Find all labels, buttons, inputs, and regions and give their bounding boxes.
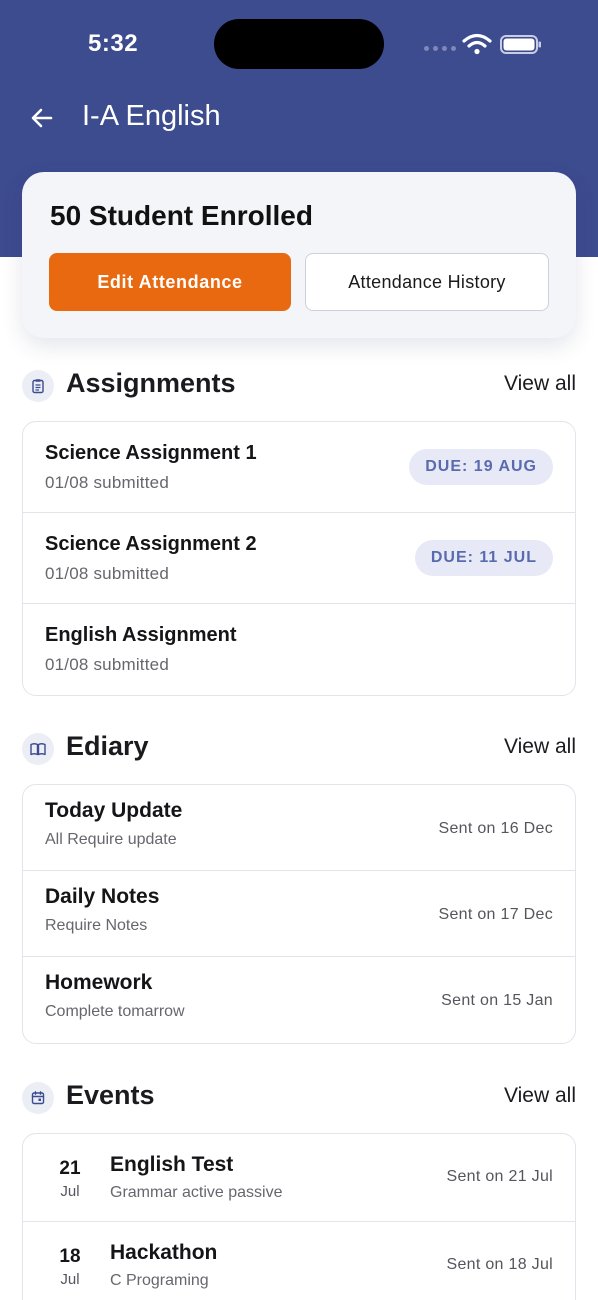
event-item[interactable]: 18 Jul Hackathon C Programing Sent on 18… (23, 1222, 575, 1300)
ediary-item-subtitle: Complete tomarrow (45, 1003, 185, 1020)
ediary-title: Ediary (66, 731, 149, 761)
ediary-item-subtitle: All Require update (45, 831, 177, 848)
assignment-item[interactable]: Science Assignment 1 01/08 submitted DUE… (23, 422, 575, 513)
assignment-title: English Assignment (45, 624, 237, 646)
page-title: I-A English (82, 100, 221, 132)
event-subtitle: C Programing (110, 1272, 209, 1289)
status-bar: 5:32 (0, 0, 598, 90)
events-view-all-link[interactable]: View all (504, 1084, 576, 1108)
event-month: Jul (60, 1271, 80, 1288)
events-header: Events View all (22, 1078, 576, 1118)
back-arrow-icon[interactable] (28, 103, 60, 133)
edit-attendance-button[interactable]: Edit Attendance (49, 253, 291, 311)
wifi-icon (462, 33, 492, 55)
assignment-item[interactable]: English Assignment 01/08 submitted (23, 604, 575, 695)
sent-date: Sent on 17 Dec (438, 906, 553, 923)
ediary-view-all-link[interactable]: View all (504, 735, 576, 759)
event-title: English Test (110, 1153, 234, 1176)
ediary-item[interactable]: Today Update All Require update Sent on … (23, 785, 575, 871)
attendance-history-button[interactable]: Attendance History (305, 253, 549, 311)
due-badge: DUE: 19 AUG (409, 449, 553, 485)
assignment-submitted: 01/08 submitted (45, 473, 169, 492)
ediary-item[interactable]: Homework Complete tomarrow Sent on 15 Ja… (23, 957, 575, 1043)
assignment-submitted: 01/08 submitted (45, 655, 169, 674)
event-item[interactable]: 21 Jul English Test Grammar active passi… (23, 1134, 575, 1222)
ediary-item-title: Today Update (45, 799, 183, 822)
assignments-view-all-link[interactable]: View all (504, 372, 576, 396)
ediary-header: Ediary View all (22, 729, 576, 769)
ediary-item-title: Homework (45, 971, 153, 994)
status-time: 5:32 (88, 30, 139, 57)
dynamic-island (214, 19, 384, 69)
assignments-title: Assignments (66, 368, 236, 398)
events-list: 21 Jul English Test Grammar active passi… (22, 1133, 576, 1300)
event-day: 18 (59, 1246, 81, 1267)
battery-icon (500, 35, 541, 54)
event-subtitle: Grammar active passive (110, 1184, 283, 1201)
ediary-list: Today Update All Require update Sent on … (22, 784, 576, 1044)
assignment-item[interactable]: Science Assignment 2 01/08 submitted DUE… (23, 513, 575, 604)
assignment-submitted: 01/08 submitted (45, 564, 169, 583)
assignments-list: Science Assignment 1 01/08 submitted DUE… (22, 421, 576, 696)
event-title: Hackathon (110, 1241, 218, 1264)
book-icon (22, 733, 54, 765)
cellular-signal-icon (424, 46, 456, 51)
assignment-title: Science Assignment 1 (45, 442, 257, 464)
due-badge: DUE: 11 JUL (414, 540, 553, 576)
enrollment-card: 50 Student Enrolled Edit Attendance Atte… (22, 172, 576, 338)
ediary-item-title: Daily Notes (45, 885, 160, 908)
event-month: Jul (60, 1183, 80, 1200)
enrolled-count: 50 Student Enrolled (50, 200, 313, 231)
events-title: Events (66, 1080, 155, 1110)
sent-date: Sent on 15 Jan (441, 992, 553, 1009)
calendar-icon (22, 1082, 54, 1114)
sent-date: Sent on 21 Jul (446, 1168, 553, 1185)
assignment-title: Science Assignment 2 (45, 533, 257, 555)
clipboard-icon (22, 370, 54, 402)
ediary-item-subtitle: Require Notes (45, 917, 148, 934)
sent-date: Sent on 16 Dec (438, 820, 553, 837)
assignments-header: Assignments View all (22, 366, 576, 406)
ediary-item[interactable]: Daily Notes Require Notes Sent on 17 Dec (23, 871, 575, 957)
event-day: 21 (59, 1158, 81, 1179)
sent-date: Sent on 18 Jul (446, 1256, 553, 1273)
